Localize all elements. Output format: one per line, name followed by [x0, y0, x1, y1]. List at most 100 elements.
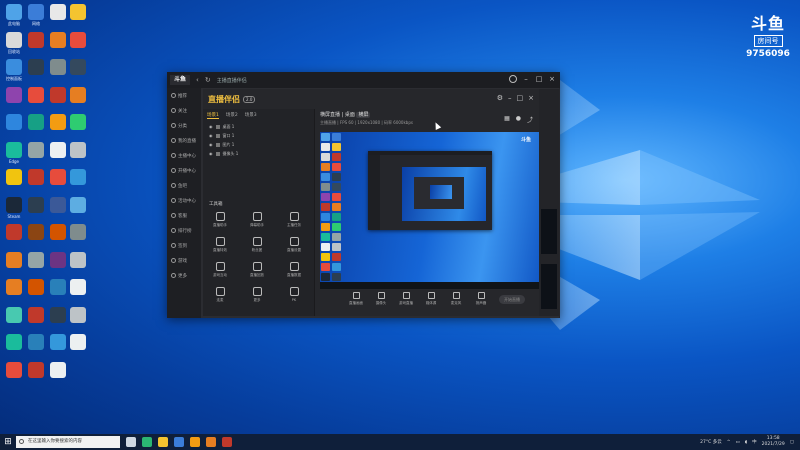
desktop-icon[interactable]	[24, 224, 48, 248]
desktop-icon[interactable]	[66, 169, 90, 193]
desktop-icon[interactable]	[2, 361, 26, 386]
sidebar-item[interactable]: 活动中心	[167, 193, 201, 208]
toolbox-item[interactable]: PK	[279, 287, 309, 303]
toolbox-item[interactable]: 直播回放	[242, 262, 272, 278]
eye-icon[interactable]: ◉	[209, 151, 213, 156]
thumbnail-1[interactable]	[541, 209, 557, 254]
desktop-icon[interactable]	[66, 334, 90, 358]
desktop-icon[interactable]	[66, 31, 90, 56]
taskbar-app-steam[interactable]	[222, 437, 232, 447]
taskbar-app-explorer[interactable]	[158, 437, 168, 447]
toolbox-item[interactable]: 弹幕助手	[242, 212, 272, 228]
source-button[interactable]: 游戏直播	[396, 292, 416, 306]
eye-icon[interactable]: ◉	[209, 133, 213, 138]
toolbox-item[interactable]: 直播助手	[205, 212, 235, 228]
desktop-icon[interactable]	[66, 141, 90, 166]
desktop-icon[interactable]	[24, 86, 48, 111]
sidebar-item[interactable]: 分类	[167, 118, 201, 133]
source-button[interactable]: 直播画面	[346, 292, 366, 306]
desktop-icon[interactable]	[24, 31, 48, 56]
desktop-icon[interactable]: Edge	[2, 141, 26, 166]
desktop-icon[interactable]: 回收站	[2, 31, 26, 56]
sidebar-item[interactable]: 游戏	[167, 253, 201, 268]
desktop-icon[interactable]	[24, 114, 48, 138]
settings-icon[interactable]: ⚙	[497, 94, 503, 102]
desktop-icon[interactable]	[24, 169, 48, 193]
toolbox-item[interactable]: 直播数据	[279, 262, 309, 278]
desktop-icon[interactable]: 控制面板	[2, 59, 26, 83]
record-icon[interactable]: ●	[516, 115, 521, 124]
desktop-icon[interactable]: Steam	[2, 196, 26, 221]
start-live-button[interactable]: 开始直播	[499, 295, 525, 304]
sidebar-item[interactable]: 开播中心	[167, 163, 201, 178]
desktop-icon[interactable]	[2, 224, 26, 248]
close-icon[interactable]: ×	[528, 94, 534, 102]
taskbar-app-store[interactable]	[174, 437, 184, 447]
sidebar-item[interactable]: 关注	[167, 103, 201, 118]
sidebar-item[interactable]: 鱼吧	[167, 178, 201, 193]
volume-icon[interactable]: ◖	[745, 440, 747, 445]
toolbox-item[interactable]: 直播特效	[205, 237, 235, 253]
thumbnail-2[interactable]	[541, 264, 557, 309]
desktop-icon[interactable]	[66, 4, 90, 28]
source-button[interactable]: 摄像头	[371, 292, 391, 306]
sidebar-item[interactable]: 推荐	[167, 88, 201, 103]
desktop-icon[interactable]	[66, 196, 90, 221]
desktop-icon[interactable]	[24, 306, 48, 331]
refresh-icon[interactable]: ↻	[205, 76, 211, 84]
scene-tab[interactable]: 场景1	[207, 112, 219, 119]
scene-tab[interactable]: 场景2	[226, 112, 238, 119]
ime-indicator[interactable]: 中	[752, 439, 757, 445]
taskbar-app-edge[interactable]	[142, 437, 152, 447]
eye-icon[interactable]: ◉	[209, 142, 213, 147]
sidebar-item[interactable]: 更多	[167, 268, 201, 283]
desktop-icon[interactable]	[66, 86, 90, 111]
desktop-icon[interactable]: 网络	[24, 4, 48, 28]
avatar-icon[interactable]	[509, 75, 517, 83]
taskbar-app-douyu[interactable]	[190, 437, 200, 447]
source-button[interactable]: 麦克风	[446, 292, 466, 306]
desktop-icon[interactable]	[24, 361, 48, 386]
desktop-icon[interactable]	[24, 59, 48, 83]
client-title-bar[interactable]: 斗鱼 ‹ ↻ 主播直播伴侣 – □ ×	[167, 72, 560, 88]
back-arrow-icon[interactable]: ‹	[196, 76, 199, 84]
windows-start-button[interactable]: ⊞	[0, 434, 16, 450]
douyu-client-window[interactable]: 斗鱼 ‹ ↻ 主播直播伴侣 – □ × 推荐 关注 分类 我的直播 主播中心 开播中心 鱼吧…	[167, 72, 560, 318]
desktop-icon[interactable]	[24, 334, 48, 358]
system-clock[interactable]: 13:58 2021/7/29	[762, 436, 785, 448]
toolbox-item[interactable]: 主播任务	[279, 212, 309, 228]
desktop-icon[interactable]	[2, 169, 26, 193]
desktop-icon[interactable]	[66, 251, 90, 276]
notification-icon[interactable]: ▢	[790, 440, 794, 445]
eye-icon[interactable]: ◉	[209, 124, 213, 129]
minimize-icon[interactable]: –	[522, 75, 530, 83]
desktop-icon[interactable]	[66, 59, 90, 83]
taskbar-app-task-view[interactable]	[126, 437, 136, 447]
desktop-icon[interactable]	[66, 224, 90, 248]
weather-text[interactable]: 27°C 多云	[700, 439, 722, 445]
sidebar-item[interactable]: 签到	[167, 238, 201, 253]
desktop-icon[interactable]	[66, 306, 90, 331]
scene-source-row[interactable]: ◉ 摄像头 1	[203, 149, 314, 158]
desktop-icon[interactable]	[2, 306, 26, 331]
toolbox-item[interactable]: 更多	[242, 287, 272, 303]
layout-icon[interactable]: ▦	[504, 115, 510, 124]
maximize-icon[interactable]: □	[535, 75, 543, 83]
tray-chevron-icon[interactable]: ^	[727, 440, 731, 445]
desktop-icon[interactable]	[2, 334, 26, 358]
scene-source-row[interactable]: ◉ 图片 1	[203, 140, 314, 149]
desktop-icon[interactable]	[66, 279, 90, 303]
scene-source-row[interactable]: ◉ 桌面 1	[203, 122, 314, 131]
desktop-icon[interactable]	[24, 196, 48, 221]
desktop-icon[interactable]	[2, 279, 26, 303]
share-icon[interactable]: ⤴	[527, 115, 533, 124]
scene-source-row[interactable]: ◉ 窗口 1	[203, 131, 314, 140]
taskbar-app-broadcaster[interactable]	[206, 437, 216, 447]
sidebar-item[interactable]: 客服	[167, 208, 201, 223]
taskbar-search-input[interactable]: 在这里输入你要搜索的内容	[16, 436, 120, 448]
desktop-icon[interactable]: 此电脑	[2, 4, 26, 28]
desktop-icon[interactable]	[46, 361, 70, 386]
desktop-icon[interactable]	[2, 114, 26, 138]
scene-tab[interactable]: 场景3	[245, 112, 257, 119]
sidebar-item[interactable]: 排行榜	[167, 223, 201, 238]
